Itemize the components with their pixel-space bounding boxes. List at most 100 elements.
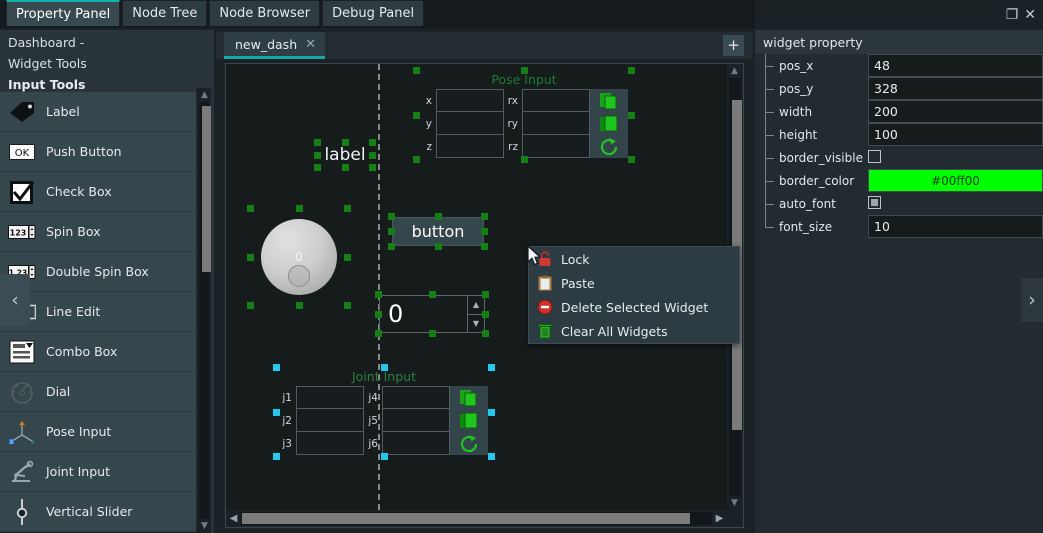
widget-push-button[interactable]: button xyxy=(388,213,488,250)
scroll-thumb[interactable] xyxy=(202,106,211,272)
pose-paste-button[interactable] xyxy=(590,112,628,135)
property-list: pos_x pos_y width height xyxy=(755,54,1043,238)
pose-reset-button[interactable] xyxy=(590,135,628,158)
context-menu[interactable]: Lock Paste Delete Selected Widget Clear … xyxy=(528,246,740,344)
pos-x-input[interactable] xyxy=(868,54,1043,77)
context-menu-item-delete-selected-widget[interactable]: Delete Selected Widget xyxy=(529,295,739,319)
scroll-right-icon[interactable]: ▶ xyxy=(712,510,727,527)
widget-label[interactable]: label xyxy=(314,139,376,171)
tab-node-tree[interactable]: Node Tree xyxy=(122,0,208,26)
joint-paste-button[interactable] xyxy=(450,409,488,432)
spin-box-buttons[interactable]: ▲ ▼ xyxy=(467,296,484,332)
plus-icon: + xyxy=(727,36,740,54)
delete-icon xyxy=(529,299,561,315)
scroll-thumb[interactable] xyxy=(242,513,690,524)
dial-knob[interactable] xyxy=(288,265,310,287)
dashboard-tab-new-dash[interactable]: new_dash ✕ xyxy=(224,32,326,59)
joint-field-j3[interactable] xyxy=(296,432,364,455)
pose-field-ry[interactable] xyxy=(522,112,590,135)
pose-field-label-z: z xyxy=(426,140,432,153)
context-menu-item-clear-all-widgets[interactable]: Clear All Widgets xyxy=(529,319,739,343)
tool-item-label-text: Double Spin Box xyxy=(46,264,149,279)
push-button-text: button xyxy=(411,222,465,241)
scroll-up-icon[interactable]: ▲ xyxy=(727,64,742,78)
joint-field-j4[interactable] xyxy=(382,386,450,409)
tool-item-check-box[interactable]: Check Box xyxy=(0,172,196,212)
scroll-down-icon[interactable]: ▼ xyxy=(727,496,742,510)
joint-reset-button[interactable] xyxy=(450,432,488,455)
property-value[interactable]: #00ff00 xyxy=(868,169,1043,192)
tool-item-spin-box[interactable]: 123 Spin Box xyxy=(0,212,196,252)
joint-copy-button[interactable] xyxy=(450,386,488,409)
pose-copy-button[interactable] xyxy=(590,89,628,112)
pose-field-y[interactable] xyxy=(436,112,504,135)
joint-field-j6[interactable] xyxy=(382,432,450,455)
scroll-track[interactable] xyxy=(199,102,211,519)
float-icon[interactable]: ❐ xyxy=(1006,8,1019,22)
property-value[interactable] xyxy=(868,215,1043,238)
spin-up-icon[interactable]: ▲ xyxy=(468,296,484,315)
tool-item-pose-input[interactable]: zx Pose Input xyxy=(0,412,196,452)
tab-label: Node Browser xyxy=(219,6,311,21)
property-value[interactable] xyxy=(868,100,1043,123)
right-dock-collapse-handle[interactable]: › xyxy=(1021,278,1043,322)
tool-item-vertical-slider[interactable]: Vertical Slider xyxy=(0,492,196,532)
close-icon[interactable]: ✕ xyxy=(305,37,316,52)
property-label: pos_x xyxy=(755,54,868,77)
tool-item-label-text: Pose Input xyxy=(46,424,112,439)
tab-debug-panel[interactable]: Debug Panel xyxy=(322,0,425,26)
widget-dial[interactable]: 0 xyxy=(247,205,351,309)
context-menu-item-paste[interactable]: Paste xyxy=(529,271,739,295)
border-visible-checkbox[interactable] xyxy=(868,150,881,163)
pos-y-input[interactable] xyxy=(868,77,1043,100)
height-input[interactable] xyxy=(868,123,1043,146)
tool-item-combo-box[interactable]: Combo Box xyxy=(0,332,196,372)
pose-field-x[interactable] xyxy=(436,89,504,112)
property-value[interactable] xyxy=(868,192,1043,215)
pose-field-rz[interactable] xyxy=(522,135,590,158)
tool-item-label-text: Spin Box xyxy=(46,224,101,239)
font-size-input[interactable] xyxy=(868,215,1043,238)
property-label: border_visible xyxy=(755,146,868,169)
tool-item-joint-input[interactable]: Joint Input xyxy=(0,452,196,492)
tool-item-push-button[interactable]: OK Push Button xyxy=(0,132,196,172)
context-menu-item-lock[interactable]: Lock xyxy=(529,247,739,271)
joint-field-j1[interactable] xyxy=(296,386,364,409)
joint-field-j5[interactable] xyxy=(382,409,450,432)
pose-field-rx[interactable] xyxy=(522,89,590,112)
scroll-down-icon[interactable]: ▼ xyxy=(197,519,212,533)
tool-item-dial[interactable]: Dial xyxy=(0,372,196,412)
spin-box-value: 0 xyxy=(388,300,404,328)
tab-label: Property Panel xyxy=(16,6,111,22)
property-value[interactable] xyxy=(868,77,1043,100)
dock-title-line1: Dashboard - xyxy=(8,35,85,50)
tool-item-label[interactable]: Label xyxy=(0,92,196,132)
width-input[interactable] xyxy=(868,100,1043,123)
widget-joint-input[interactable]: Joint Input j1 j4 j2 j5 j3 j6 xyxy=(273,364,495,460)
border-color-swatch[interactable]: #00ff00 xyxy=(868,169,1043,192)
scroll-left-icon[interactable]: ◀ xyxy=(226,510,241,527)
spin-down-icon[interactable]: ▼ xyxy=(468,315,484,333)
dashboard-tab-bar: new_dash ✕ + xyxy=(216,32,753,59)
widget-spin-box[interactable]: 0 ▲ ▼ xyxy=(375,291,489,337)
scroll-track[interactable] xyxy=(241,512,712,525)
auto-font-checkbox[interactable] xyxy=(868,196,881,209)
left-dock-collapse-handle[interactable]: ‹ xyxy=(0,274,30,326)
canvas-horizontal-scrollbar[interactable]: ◀ ▶ xyxy=(226,510,727,527)
tab-node-browser[interactable]: Node Browser xyxy=(209,0,321,26)
property-value[interactable] xyxy=(868,54,1043,77)
checkbox-icon xyxy=(8,178,36,206)
property-label: auto_font xyxy=(755,192,868,215)
pose-field-z[interactable] xyxy=(436,135,504,158)
tool-list-scrollbar[interactable]: ▲ ▼ xyxy=(196,88,211,533)
tool-item-label-text: Combo Box xyxy=(46,344,118,359)
widget-pose-input[interactable]: Pose Input x rx y ry z rz xyxy=(413,67,635,163)
property-value[interactable] xyxy=(868,123,1043,146)
scroll-up-icon[interactable]: ▲ xyxy=(197,88,212,102)
close-icon[interactable]: ✕ xyxy=(1024,8,1036,22)
tab-property-panel[interactable]: Property Panel xyxy=(6,0,121,26)
joint-field-j2[interactable] xyxy=(296,409,364,432)
joint-input-title: Joint Input xyxy=(352,369,416,384)
add-dashboard-button[interactable]: + xyxy=(723,35,744,56)
property-value[interactable] xyxy=(868,146,1043,169)
